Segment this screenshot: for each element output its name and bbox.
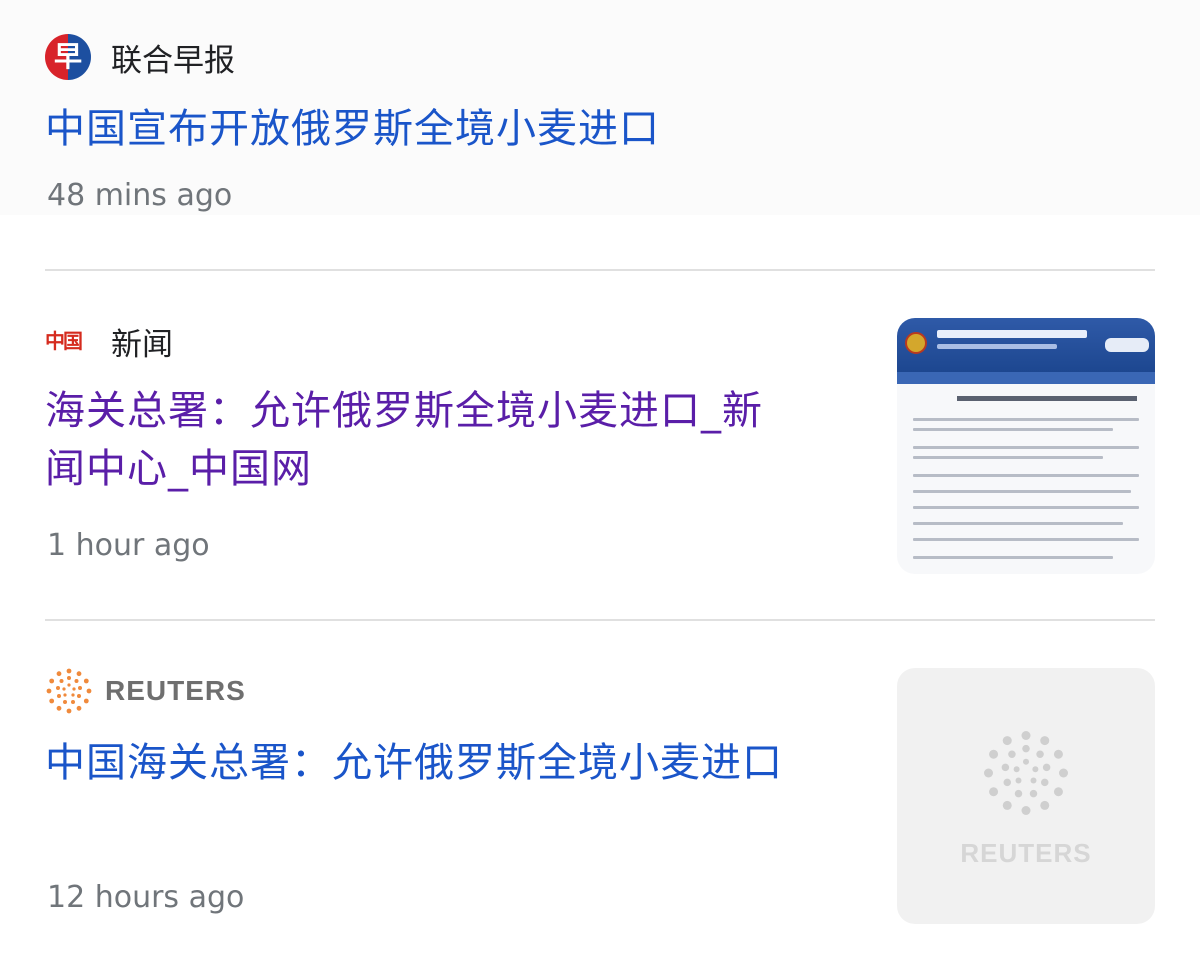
headline-link[interactable]: 中国宣布开放俄罗斯全境小麦进口 (45, 100, 660, 158)
headline-link[interactable]: 海关总署：允许俄罗斯全境小麦进口_新 闻中心_中国网 (45, 382, 845, 498)
source-name: 新闻 (111, 326, 173, 363)
article-thumbnail[interactable]: REUTERS (897, 668, 1155, 924)
reuters-logo-icon (46, 668, 92, 714)
source-row: REUTERS (45, 666, 246, 716)
news-card-reuters[interactable]: REUTERS 中国海关总署：允许俄罗斯全境小麦进口 12 hours ago … (45, 622, 1155, 970)
source-row: 中国 新闻 (45, 316, 173, 366)
timestamp: 12 hours ago (47, 880, 245, 915)
doc-header (897, 318, 1155, 372)
divider (45, 269, 1155, 271)
zaobao-logo-icon: 早 (45, 34, 91, 80)
headline-line-2: 闻中心_中国网 (45, 446, 312, 492)
news-feed: 早 联合早报 中国宣布开放俄罗斯全境小麦进口 48 mins ago 中国 新闻… (0, 0, 1200, 970)
headline-line-1: 海关总署：允许俄罗斯全境小麦进口_新 (45, 388, 763, 434)
search-box-icon (1105, 338, 1149, 352)
doc-nav (897, 372, 1155, 384)
china-org-logo-icon: 中国 (45, 329, 83, 353)
timestamp: 48 mins ago (47, 178, 233, 213)
national-emblem-icon (905, 332, 927, 354)
headline-link[interactable]: 中国海关总署：允许俄罗斯全境小麦进口 (45, 734, 865, 792)
thumbnail-watermark-text: REUTERS (960, 838, 1092, 868)
divider (45, 619, 1155, 621)
source-name: REUTERS (105, 675, 246, 706)
news-card-china-org[interactable]: 中国 新闻 海关总署：允许俄罗斯全境小麦进口_新 闻中心_中国网 1 hour … (45, 272, 1155, 620)
source-row: 早 联合早报 (45, 32, 235, 82)
timestamp: 1 hour ago (47, 528, 210, 563)
source-name: 联合早报 (111, 42, 235, 79)
reuters-watermark-icon (984, 731, 1068, 815)
article-thumbnail[interactable] (897, 318, 1155, 574)
news-card-zaobao[interactable]: 早 联合早报 中国宣布开放俄罗斯全境小麦进口 48 mins ago (0, 0, 1200, 270)
